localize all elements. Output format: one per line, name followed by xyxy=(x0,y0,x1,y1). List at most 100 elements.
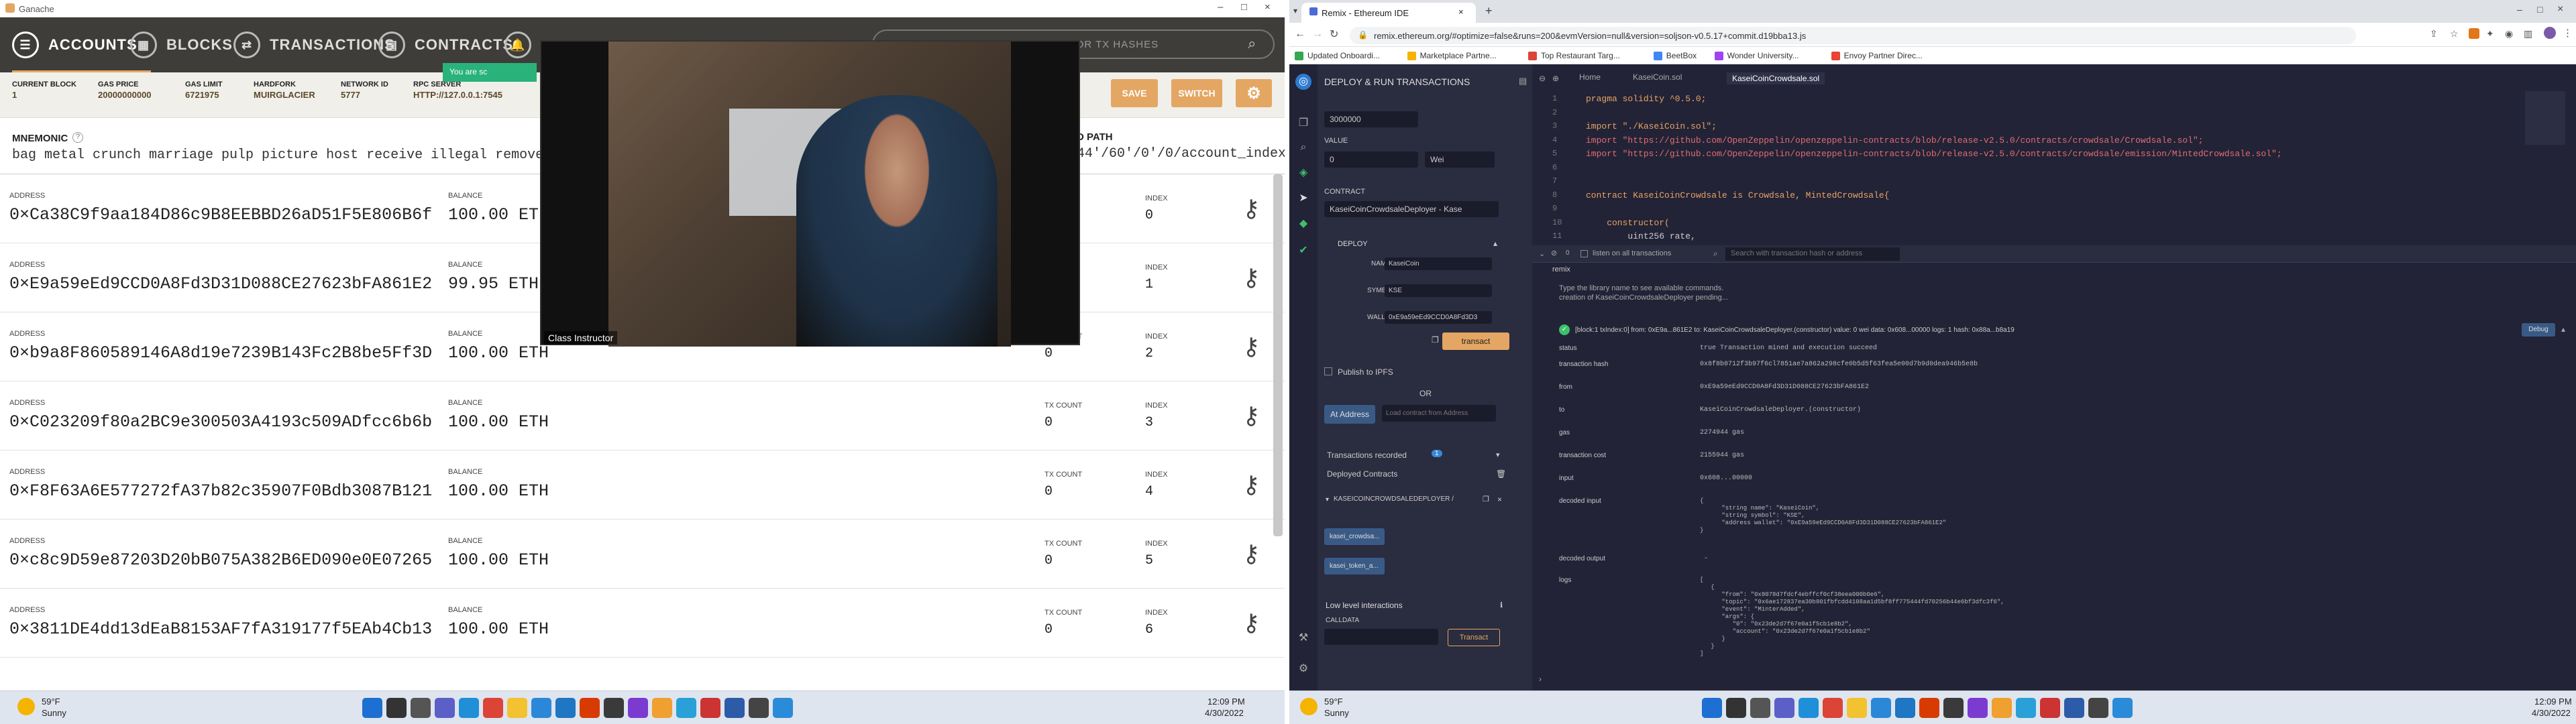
transact-button[interactable]: transact xyxy=(1442,333,1509,350)
collapse-icon[interactable]: ▴ xyxy=(2561,324,2565,334)
app-icon[interactable] xyxy=(700,698,720,718)
clear-icon[interactable]: ⊘ xyxy=(1551,249,1557,257)
nav-blocks[interactable]: ▦ BLOCKS xyxy=(130,31,233,59)
tx-summary[interactable]: [block:1 txIndex:0] from: 0xE9a...861E2 … xyxy=(1575,326,2015,334)
key-icon[interactable]: ⚷ xyxy=(1242,471,1260,499)
kasei-crowdsale-button[interactable]: kasei_crowdsa... xyxy=(1324,528,1385,545)
info-icon[interactable]: ℹ xyxy=(1500,601,1503,609)
app-icon[interactable] xyxy=(724,698,745,718)
name-input[interactable]: KaseiCoin xyxy=(1385,257,1492,270)
settings-gear-icon[interactable]: ⚙ xyxy=(1295,661,1311,677)
app-icon[interactable] xyxy=(604,698,624,718)
edge-icon[interactable] xyxy=(459,698,479,718)
app-icon[interactable] xyxy=(2112,698,2133,718)
bookmark-item[interactable]: Envoy Partner Direc... xyxy=(1831,51,1923,60)
bookmark-item[interactable]: Wonder University... xyxy=(1714,51,1799,60)
collapse-icon[interactable]: ▴ xyxy=(1493,239,1497,248)
plugin-manager-icon[interactable]: ⚒ xyxy=(1295,630,1311,646)
reload-icon[interactable]: ↻ xyxy=(1330,27,1338,41)
debug-button[interactable]: Debug xyxy=(2522,323,2555,337)
back-icon[interactable]: ← xyxy=(1295,28,1305,40)
app-icon[interactable] xyxy=(773,698,793,718)
key-icon[interactable]: ⚷ xyxy=(1242,402,1260,430)
forward-icon[interactable]: → xyxy=(1312,28,1323,40)
contract-select[interactable]: KaseiCoinCrowdsaleDeployer - Kase xyxy=(1324,201,1499,217)
app-icon[interactable] xyxy=(749,698,769,718)
bookmark-item[interactable]: BeetBox xyxy=(1653,51,1697,60)
editor-tab[interactable]: KaseiCoinCrowdsale.sol xyxy=(1727,72,1825,84)
load-address-input[interactable]: Load contract from Address xyxy=(1382,405,1496,422)
instance-chevron-icon[interactable]: ▾ xyxy=(1326,496,1329,503)
teams-icon[interactable] xyxy=(1774,698,1794,718)
calldata-transact-button[interactable]: Transact xyxy=(1448,629,1500,646)
start-icon[interactable] xyxy=(362,698,382,718)
editor-tab[interactable]: KaseiCoin.sol xyxy=(1633,72,1682,82)
calldata-input[interactable] xyxy=(1324,629,1438,645)
explorer-icon[interactable] xyxy=(507,698,527,718)
switch-button[interactable]: SWITCH xyxy=(1171,79,1222,107)
bookmark-star-icon[interactable]: ☆ xyxy=(2450,28,2459,40)
address-bar[interactable]: remix.ethereum.org/#optimize=false&runs=… xyxy=(1350,27,2356,44)
key-icon[interactable]: ⚷ xyxy=(1242,609,1260,637)
new-tab-icon[interactable]: + xyxy=(1485,4,1493,18)
terminal-toggle-icon[interactable]: ⌄ xyxy=(1539,249,1545,258)
office-icon[interactable] xyxy=(580,698,600,718)
menu-icon[interactable]: ⋮ xyxy=(2563,27,2573,39)
publish-ipfs-checkbox[interactable] xyxy=(1324,367,1332,375)
gas-limit-input[interactable]: 3000000 xyxy=(1324,111,1418,127)
explorer-icon[interactable] xyxy=(1847,698,1867,718)
key-icon[interactable]: ⚷ xyxy=(1242,194,1260,223)
app-icon[interactable] xyxy=(676,698,696,718)
app-icon[interactable] xyxy=(628,698,648,718)
metamask-icon[interactable] xyxy=(2469,28,2479,39)
app-icon[interactable] xyxy=(2064,698,2084,718)
symbol-input[interactable]: KSE xyxy=(1385,284,1492,297)
avatar[interactable] xyxy=(2544,27,2556,39)
sidepanel-icon[interactable]: ▥ xyxy=(2524,28,2532,40)
bookmark-item[interactable]: Updated Onboardi... xyxy=(1295,51,1380,60)
close-icon[interactable]: × xyxy=(2557,3,2563,15)
key-icon[interactable]: ⚷ xyxy=(1242,263,1260,292)
listen-checkbox[interactable] xyxy=(1580,250,1588,257)
close-icon[interactable]: × xyxy=(1497,495,1502,504)
deploy-run-icon[interactable]: ➤ xyxy=(1295,190,1311,206)
teams-icon[interactable] xyxy=(435,698,455,718)
mail-icon[interactable] xyxy=(1895,698,1915,718)
bookmark-item[interactable]: Top Restaurant Targ... xyxy=(1528,51,1620,60)
file-explorer-icon[interactable]: ❐ xyxy=(1295,115,1311,131)
chrome-icon[interactable] xyxy=(1823,698,1843,718)
start-icon[interactable] xyxy=(1702,698,1722,718)
chrome-icon[interactable] xyxy=(483,698,503,718)
app-icon[interactable] xyxy=(1968,698,1988,718)
plugin-icon[interactable]: ◆ xyxy=(1295,216,1311,232)
maximize-icon[interactable]: □ xyxy=(1241,1,1247,13)
save-button[interactable]: SAVE xyxy=(1111,79,1158,107)
terminal-search-input[interactable]: Search with transaction hash or address xyxy=(1725,247,1900,261)
store-icon[interactable] xyxy=(531,698,551,718)
key-icon[interactable]: ⚷ xyxy=(1242,333,1260,361)
search-icon[interactable] xyxy=(1726,698,1746,718)
minimize-icon[interactable]: – xyxy=(1218,1,1223,13)
expand-icon[interactable]: ▾ xyxy=(1496,450,1500,459)
key-icon[interactable]: ⚷ xyxy=(1242,540,1260,568)
kasei-token-button[interactable]: kasei_token_a... xyxy=(1324,558,1385,575)
app-icon[interactable] xyxy=(1943,698,1964,718)
nav-accounts[interactable]: ☰ ACCOUNTS xyxy=(12,31,151,74)
nav-contracts[interactable]: ▤ CONTRACTS xyxy=(378,31,513,59)
task-view-icon[interactable] xyxy=(411,698,431,718)
tab-search-icon[interactable]: ▾ xyxy=(1293,6,1297,15)
copy-icon[interactable]: ❐ xyxy=(1432,335,1439,345)
trash-icon[interactable]: 🗑 xyxy=(1496,469,1506,479)
search-icon[interactable]: ⌕ xyxy=(1295,139,1311,156)
value-input[interactable]: 0 xyxy=(1324,152,1418,168)
docs-icon[interactable]: ▤ xyxy=(1519,76,1527,86)
nav-events[interactable]: 🔔 xyxy=(504,31,531,59)
compiler-icon[interactable]: ◈ xyxy=(1295,165,1311,181)
nav-transactions[interactable]: ⇄ TRANSACTIONS xyxy=(233,31,395,59)
check-icon[interactable]: ✔ xyxy=(1295,243,1311,259)
store-icon[interactable] xyxy=(1871,698,1891,718)
scrollbar[interactable] xyxy=(1273,174,1283,536)
app-icon[interactable] xyxy=(2016,698,2036,718)
deployed-instance-label[interactable]: KASEICOINCROWDSALEDEPLOYER / xyxy=(1334,495,1454,503)
tab-remix[interactable]: Remix - Ethereum IDE xyxy=(1301,3,1476,23)
